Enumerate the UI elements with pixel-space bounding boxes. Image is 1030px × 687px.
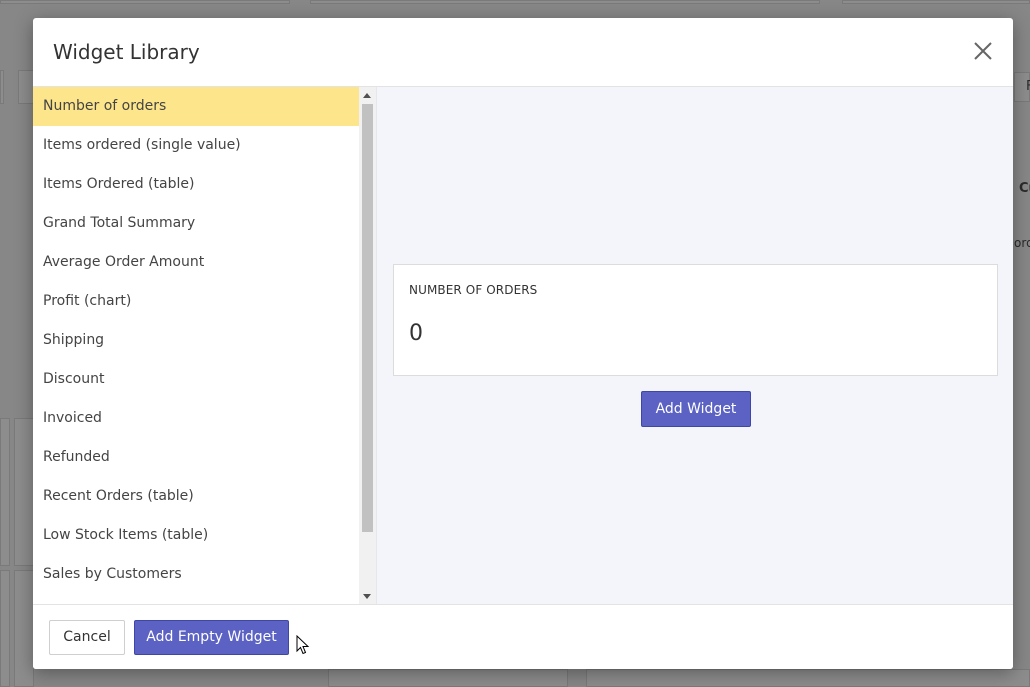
bg-panel	[0, 70, 4, 104]
widget-list-item[interactable]: Items ordered (single value)	[33, 126, 359, 165]
widget-list: Number of orders Items ordered (single v…	[33, 87, 359, 594]
bg-panel	[14, 418, 34, 566]
bg-fragment: Cu	[1019, 181, 1030, 196]
widget-list-item[interactable]: Grand Total Summary	[33, 204, 359, 243]
bg-panel	[0, 570, 10, 687]
scroll-up-arrow-icon[interactable]	[363, 93, 371, 98]
widget-list-item[interactable]: Low Stock Items (table)	[33, 516, 359, 555]
widget-preview-value: 0	[409, 321, 423, 346]
widget-preview-card: NUMBER OF ORDERS 0	[393, 264, 998, 376]
widget-list-item[interactable]: Items Ordered (table)	[33, 165, 359, 204]
widget-list-item[interactable]: Refunded	[33, 438, 359, 477]
widget-preview-panel: NUMBER OF ORDERS 0 Add Widget	[376, 87, 1013, 604]
bg-fragment: F	[1026, 79, 1030, 94]
widget-list-item[interactable]: Average Order Amount	[33, 243, 359, 282]
widget-preview-title: NUMBER OF ORDERS	[409, 283, 538, 297]
bg-panel	[328, 669, 568, 687]
scroll-down-arrow-icon[interactable]	[363, 594, 371, 599]
scroll-thumb[interactable]	[362, 104, 373, 532]
cancel-button[interactable]: Cancel	[49, 620, 125, 655]
close-icon[interactable]	[973, 41, 993, 61]
modal-title: Widget Library	[53, 40, 200, 64]
bg-panel	[586, 669, 1030, 687]
widget-list-scrollbar[interactable]	[359, 87, 376, 604]
bg-panel	[842, 0, 1030, 4]
modal-footer: Cancel Add Empty Widget	[33, 604, 1013, 669]
add-empty-widget-button[interactable]: Add Empty Widget	[134, 620, 289, 655]
widget-list-panel: Number of orders Items ordered (single v…	[33, 87, 376, 604]
mouse-pointer-icon	[296, 635, 310, 655]
widget-list-item[interactable]: Recent Orders (table)	[33, 477, 359, 516]
widget-list-item[interactable]: Shipping	[33, 321, 359, 360]
bg-panel	[14, 570, 34, 687]
bg-fragment: ord	[1014, 236, 1030, 250]
modal-header: Widget Library	[33, 18, 1013, 87]
widget-library-modal: Widget Library Number of orders Items or…	[33, 18, 1013, 669]
bg-panel	[0, 0, 290, 4]
widget-list-item[interactable]: Discount	[33, 360, 359, 399]
bg-panel	[310, 0, 820, 4]
bg-panel	[0, 418, 10, 566]
add-widget-button[interactable]: Add Widget	[641, 391, 751, 427]
widget-list-item[interactable]: Number of orders	[33, 87, 359, 126]
widget-list-item[interactable]: Sales by Customers	[33, 555, 359, 594]
widget-list-item[interactable]: Profit (chart)	[33, 282, 359, 321]
widget-list-item[interactable]: Invoiced	[33, 399, 359, 438]
